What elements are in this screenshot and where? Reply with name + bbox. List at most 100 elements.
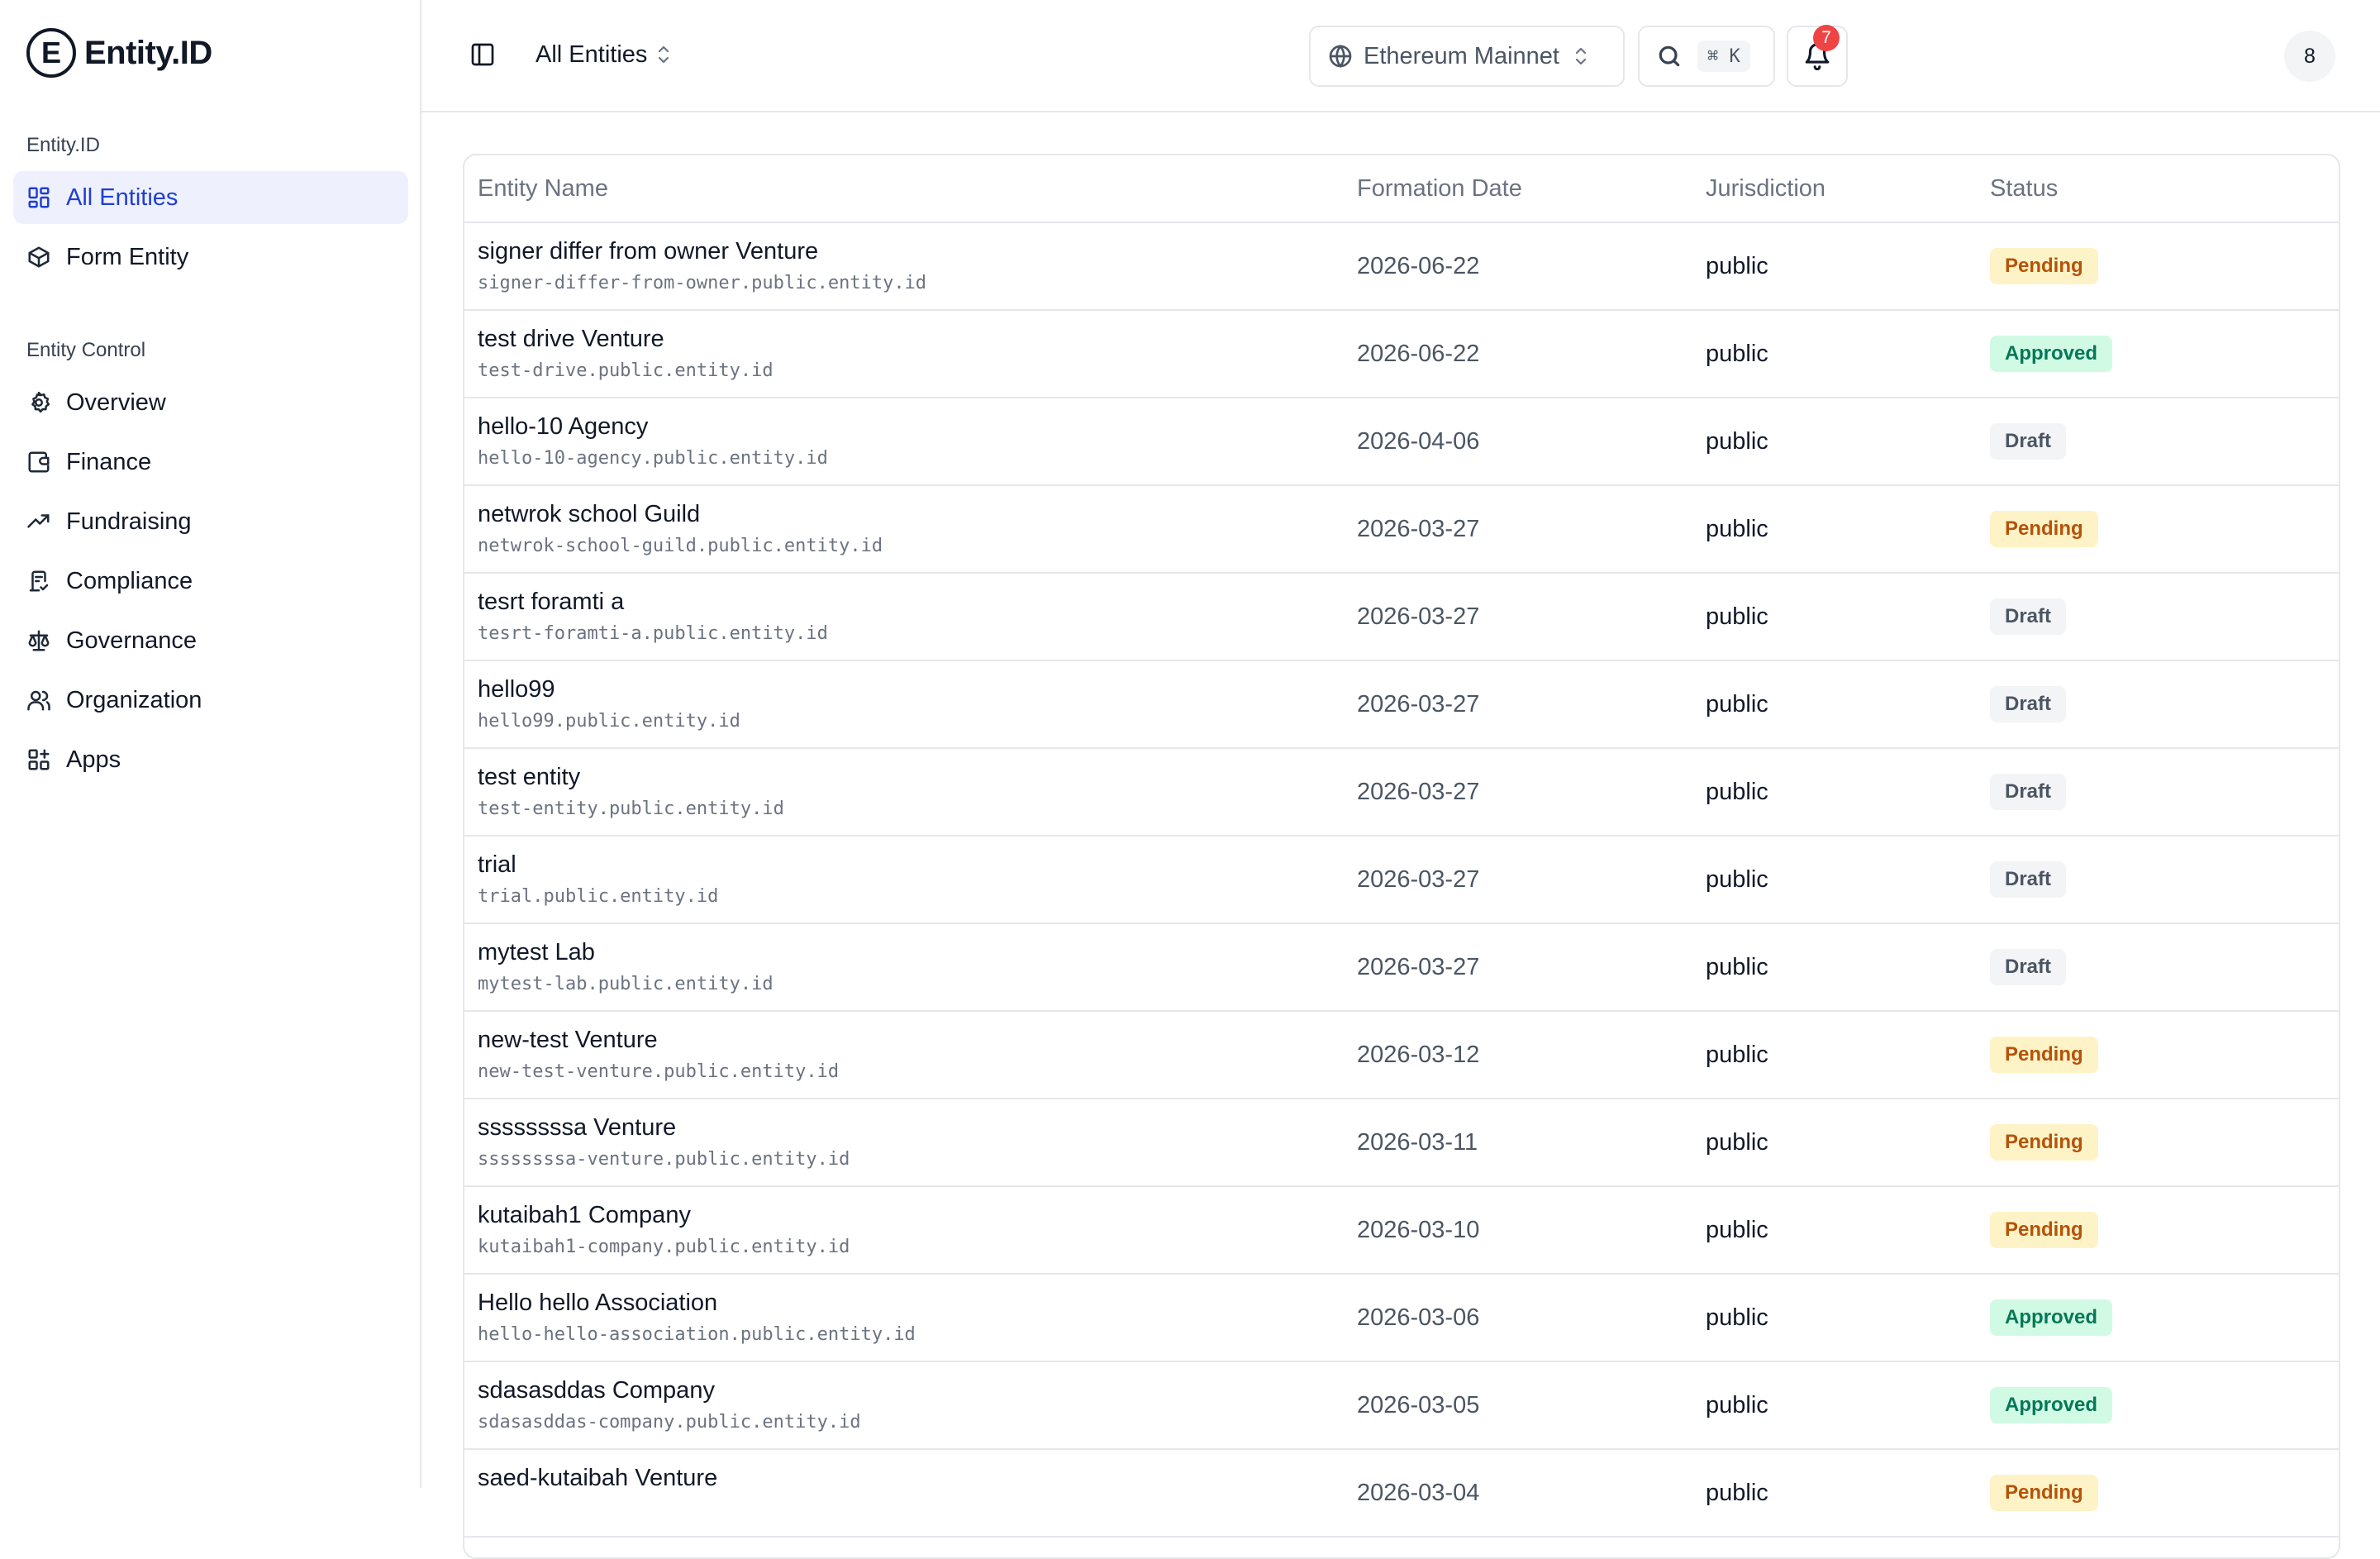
table-row[interactable]: new-test Venture new-test-venture.public.… [464, 1012, 2339, 1099]
entities-table: Entity Name Formation Date Jurisdiction … [463, 154, 2340, 1559]
table-row[interactable]: trial trial.public.entity.id 2026-03-27 pub… [464, 837, 2339, 924]
table-row[interactable]: kutaibah1 Company kutaibah1-company.publi… [464, 1187, 2339, 1275]
jurisdiction: public [1706, 1480, 1768, 1506]
entity-scope-select[interactable]: All Entities [536, 36, 672, 73]
jurisdiction: public [1706, 954, 1768, 980]
sidebar-item-fundraising[interactable]: Fundraising [13, 495, 408, 548]
status-badge: Pending [1990, 511, 2098, 547]
search-icon [1659, 45, 1680, 67]
jurisdiction: public [1706, 516, 1768, 542]
avatar[interactable]: 8 [2284, 31, 2335, 82]
column-header-entity-name[interactable]: Entity Name [478, 175, 608, 203]
table-row[interactable]: mytest Lab mytest-lab.public.entity.id 202… [464, 924, 2339, 1012]
table-row[interactable]: Hello hello Association hello-hello-assoc… [464, 1275, 2339, 1362]
table-row[interactable]: saed-kutaibah Venture 2026-03-04 public Pen… [464, 1450, 2339, 1538]
status-badge: Pending [1990, 1475, 2098, 1511]
network-select[interactable]: Ethereum Mainnet [1309, 26, 1625, 87]
sidebar-item-apps[interactable]: Apps [13, 733, 408, 786]
column-header-jurisdiction[interactable]: Jurisdiction [1706, 175, 1825, 203]
brand[interactable]: E Entity.ID [26, 28, 212, 78]
formation-date: 2026-06-22 [1357, 341, 1480, 367]
table-row[interactable]: tesrt foramti a tesrt-foramti-a.public.en… [464, 574, 2339, 661]
table-row[interactable]: hello99 hello99.public.entity.id 2026-03-2… [464, 661, 2339, 749]
column-header-status[interactable]: Status [1990, 175, 2058, 203]
status-badge: Draft [1990, 774, 2067, 810]
entity-domain: test-entity.public.entity.id [478, 799, 784, 819]
box-icon [26, 245, 51, 269]
sidebar-item-label: Compliance [66, 567, 193, 594]
table-row[interactable]: netwrok school Guild netwrok-school-guild… [464, 486, 2339, 574]
entity-domain: hello-hello-association.public.entity.id [478, 1324, 916, 1345]
formation-date: 2026-03-27 [1357, 866, 1480, 893]
sidebar-item-overview[interactable]: Overview [13, 376, 408, 429]
formation-date: 2026-06-22 [1357, 253, 1480, 279]
entity-name: signer differ from owner Venture [478, 238, 819, 265]
notifications-count-badge: 7 [1813, 25, 1840, 51]
jurisdiction: public [1706, 1392, 1768, 1418]
entity-name: trial [478, 851, 516, 878]
entity-name: test entity [478, 764, 581, 790]
entity-domain: ssssssssa-venture.public.entity.id [478, 1149, 850, 1170]
entity-name: kutaibah1 Company [478, 1202, 691, 1228]
jurisdiction: public [1706, 866, 1768, 893]
table-row[interactable]: sdasasddas Company sdasasddas-company.pub… [464, 1362, 2339, 1450]
entity-name: test drive Venture [478, 326, 664, 352]
brand-name: Entity.ID [84, 34, 212, 71]
sidebar-item-governance[interactable]: Governance [13, 614, 408, 667]
sidebar-item-compliance[interactable]: Compliance [13, 555, 408, 608]
entity-domain: test-drive.public.entity.id [478, 360, 774, 381]
entity-name: hello-10 Agency [478, 413, 649, 440]
entity-domain: mytest-lab.public.entity.id [478, 974, 774, 994]
status-badge: Pending [1990, 248, 2098, 284]
entity-name: tesrt foramti a [478, 589, 625, 615]
wallet-icon [26, 450, 51, 474]
sidebar-item-organization[interactable]: Organization [13, 674, 408, 727]
jurisdiction: public [1706, 779, 1768, 805]
sidebar-item-label: Form Entity [66, 243, 189, 270]
sidebar-item-all-entities[interactable]: All Entities [13, 171, 408, 224]
entity-domain: sdasasddas-company.public.entity.id [478, 1412, 861, 1433]
formation-date: 2026-03-27 [1357, 516, 1480, 542]
jurisdiction: public [1706, 1129, 1768, 1156]
table-row[interactable]: ssssssssa Venture ssssssssa-venture.publi… [464, 1099, 2339, 1187]
users-icon [26, 688, 51, 713]
status-badge: Approved [1990, 336, 2113, 372]
sidebar-item-finance[interactable]: Finance [13, 436, 408, 489]
jurisdiction: public [1706, 1042, 1768, 1068]
status-badge: Pending [1990, 1037, 2098, 1073]
table-row[interactable]: signer differ from owner Venture signer-d… [464, 223, 2339, 311]
table-row[interactable]: test drive Venture test-drive.public.enti… [464, 311, 2339, 398]
entity-name: ssssssssa Venture [478, 1114, 677, 1141]
table-row[interactable]: test entity test-entity.public.entity.id 2… [464, 749, 2339, 837]
sidebar-item-label: All Entities [66, 184, 178, 211]
jurisdiction: public [1706, 341, 1768, 367]
status-badge: Draft [1990, 598, 2067, 635]
jurisdiction: public [1706, 1304, 1768, 1331]
entity-domain: new-test-venture.public.entity.id [478, 1061, 840, 1082]
table-row[interactable]: hello-10 Agency hello-10-agency.public.en… [464, 398, 2339, 486]
sidebar-toggle-button[interactable] [468, 40, 497, 69]
entity-name: mytest Lab [478, 939, 595, 965]
formation-date: 2026-03-27 [1357, 954, 1480, 980]
status-badge: Approved [1990, 1299, 2113, 1336]
sidebar-item-label: Governance [66, 627, 197, 654]
formation-date: 2026-03-12 [1357, 1042, 1480, 1068]
search-button[interactable]: ⌘ K [1638, 26, 1775, 87]
chevrons-up-down-icon [1573, 45, 1589, 68]
column-header-formation-date[interactable]: Formation Date [1357, 175, 1522, 203]
status-badge: Draft [1990, 861, 2067, 898]
grid-icon [26, 185, 51, 210]
scale-icon [26, 628, 51, 653]
status-badge: Approved [1990, 1387, 2113, 1423]
entity-name: hello99 [478, 676, 555, 703]
jurisdiction: public [1706, 253, 1768, 279]
app-root: E Entity.ID Entity.ID All Entities Form … [0, 0, 2380, 1559]
formation-date: 2026-03-27 [1357, 779, 1480, 805]
sidebar-item-label: Fundraising [66, 508, 192, 535]
sidebar-item-label: Organization [66, 686, 202, 713]
entity-domain: kutaibah1-company.public.entity.id [478, 1237, 850, 1257]
formation-date: 2026-03-04 [1357, 1480, 1480, 1506]
brand-logo: E [26, 28, 76, 78]
sidebar-item-form-entity[interactable]: Form Entity [13, 231, 408, 284]
document-check-icon [26, 569, 51, 594]
